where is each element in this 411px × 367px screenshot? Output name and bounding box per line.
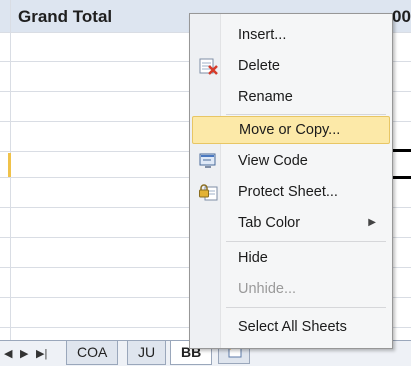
menu-item-label: Rename (238, 89, 293, 105)
menu-item-view-code[interactable]: View Code (192, 147, 388, 175)
menu-item-label: Unhide... (238, 281, 297, 297)
menu-item-label: Insert... (238, 27, 287, 43)
border-line (392, 176, 411, 179)
menu-item-hide[interactable]: Hide (192, 244, 388, 272)
menu-item-unhide: Unhide... (192, 275, 388, 303)
menu-item-insert[interactable]: Insert... (192, 21, 388, 49)
protect-sheet-icon (199, 184, 218, 201)
sheet-tab-context-menu: Insert... Delete Rename Move or Copy... … (189, 13, 393, 349)
menu-item-label: View Code (238, 153, 308, 169)
menu-item-rename[interactable]: Rename (192, 83, 388, 111)
menu-item-tab-color[interactable]: Tab Color ▶ (192, 209, 388, 237)
view-code-icon (199, 153, 216, 168)
scroll-last-tab-icon[interactable]: ▶| (36, 347, 47, 360)
menu-separator (226, 241, 386, 242)
menu-item-label: Tab Color (238, 215, 301, 231)
menu-item-label: Select All Sheets (238, 319, 347, 335)
menu-separator (226, 114, 386, 115)
menu-item-label: Hide (238, 250, 268, 266)
tab-coa[interactable]: COA (66, 341, 119, 365)
selected-cell-edge (8, 153, 11, 177)
scroll-first-tab-icon[interactable]: ◀ (4, 347, 12, 360)
menu-separator (226, 307, 386, 308)
menu-item-label: Protect Sheet... (238, 184, 338, 200)
scroll-next-tab-icon[interactable]: ▶ (20, 347, 28, 360)
menu-item-move-or-copy[interactable]: Move or Copy... (192, 116, 390, 144)
menu-item-label: Move or Copy... (239, 122, 341, 138)
menu-item-protect-sheet[interactable]: Protect Sheet... (192, 178, 388, 206)
menu-item-select-all-sheets[interactable]: Select All Sheets (192, 313, 388, 341)
menu-item-label: Delete (238, 58, 280, 74)
delete-sheet-icon (199, 58, 218, 75)
tab-ju[interactable]: JU (127, 341, 167, 365)
border-line (392, 149, 411, 152)
grand-total-label: Grand Total (18, 7, 113, 26)
grand-total-value-partial: 00 (392, 7, 411, 26)
submenu-arrow-icon: ▶ (368, 217, 376, 228)
menu-item-delete[interactable]: Delete (192, 52, 388, 80)
